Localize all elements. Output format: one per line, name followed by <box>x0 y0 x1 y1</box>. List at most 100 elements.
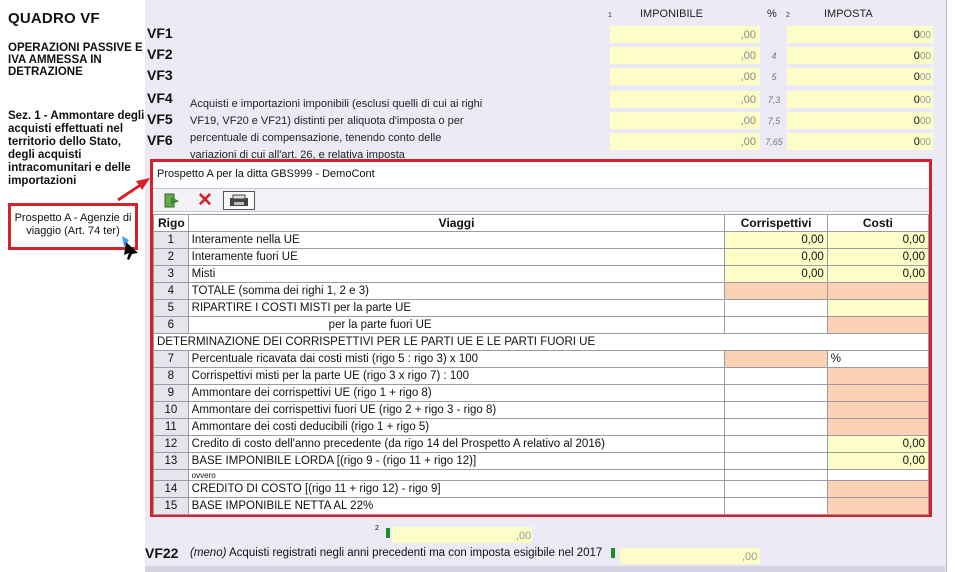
empty-cell <box>724 384 828 402</box>
scrollbar[interactable] <box>946 0 955 572</box>
confirm-icon <box>164 193 179 207</box>
confirm-button[interactable] <box>161 191 183 210</box>
costi-input[interactable]: 0,00 <box>826 248 930 266</box>
row-label: BASE IMPONIBILE LORDA [(rigo 9 - (rigo 1… <box>187 452 726 470</box>
empty-cell <box>724 435 828 453</box>
header-viaggi: Viaggi <box>187 214 726 232</box>
prospetto-a-link[interactable]: Prospetto A - Agenzie di viaggio (Art. 7… <box>8 203 138 250</box>
col-header-pct: % <box>767 8 777 20</box>
row-code: VF5 <box>147 111 173 127</box>
row-number: 6 <box>153 316 189 334</box>
close-icon: ✕ <box>197 190 213 211</box>
row-number: 3 <box>153 265 189 283</box>
costi-input[interactable] <box>826 299 930 317</box>
table-header: Rigo Viaggi Corrispettivi Costi <box>153 214 930 232</box>
imposta-decimals: 00 <box>919 51 931 62</box>
col-header-imposta: IMPOSTA <box>824 8 873 20</box>
costi-input[interactable]: 0,00 <box>826 265 930 283</box>
vf22-description: (meno) Acquisti registrati negli anni pr… <box>190 547 602 559</box>
costi-input[interactable]: 0,00 <box>826 435 930 453</box>
imponibile-input[interactable]: ,00 <box>610 133 760 150</box>
imponibile-input[interactable]: ,00 <box>610 68 760 85</box>
table-row: 5 RIPARTIRE I COSTI MISTI per la parte U… <box>153 299 930 317</box>
costi-calc <box>826 418 930 436</box>
table-row: 8 Corrispettivi misti per la parte UE (r… <box>153 367 930 385</box>
table-row: 10 Ammontare dei corrispettivi fuori UE … <box>153 401 930 419</box>
vf-row: VF1 ,00 000 <box>145 24 945 44</box>
print-button[interactable] <box>223 191 255 210</box>
imposta-decimals: 00 <box>919 95 931 106</box>
costi-input[interactable]: 0,00 <box>826 452 930 470</box>
amount-decimals: ,00 <box>516 530 532 542</box>
costi-calc <box>826 367 930 385</box>
imponibile-input[interactable]: ,00 <box>610 112 760 129</box>
corrispettivi-calc <box>724 350 828 368</box>
vf-row: VF3 ,00 5 000 <box>145 66 945 86</box>
prospetto-table: Rigo Viaggi Corrispettivi Costi 1 Intera… <box>153 214 930 515</box>
vf22-text: Acquisti registrati negli anni precedent… <box>229 547 603 559</box>
costi-calc <box>826 497 930 515</box>
corrispettivi-input[interactable]: 0,00 <box>724 231 828 249</box>
imponibile-input[interactable]: ,00 <box>610 47 760 64</box>
aliquota <box>763 26 785 43</box>
aliquota: 7,5 <box>767 116 781 126</box>
row-label: CREDITO DI COSTO [(rigo 11 + rigo 12) - … <box>187 480 726 498</box>
imposta-input[interactable]: 000 <box>787 26 933 43</box>
costi-calc <box>826 384 930 402</box>
corrispettivi-input[interactable]: 0,00 <box>724 248 828 266</box>
costi-calc <box>826 480 930 498</box>
row-code: VF3 <box>147 67 173 83</box>
imponibile-input[interactable]: ,00 <box>610 26 760 43</box>
row-number: 8 <box>153 367 189 385</box>
table-row: 9 Ammontare dei corrispettivi UE (rigo 1… <box>153 384 930 402</box>
row-number: 1 <box>153 231 189 249</box>
section-label: DETERMINAZIONE DEI CORRISPETTIVI PER LE … <box>153 333 929 351</box>
vf22-row: VF22 (meno) Acquisti registrati negli an… <box>145 545 945 564</box>
table-row: 13 BASE IMPONIBILE LORDA [(rigo 9 - (rig… <box>153 452 930 470</box>
row-number: 7 <box>153 350 189 368</box>
row-number: 2 <box>153 248 189 266</box>
vf22-decimals: ,00 <box>742 551 758 563</box>
print-icon <box>230 194 248 206</box>
imposta-input[interactable]: 000 <box>787 68 933 85</box>
costi-calc <box>826 316 930 334</box>
imposta-decimals: 00 <box>919 72 931 83</box>
costi-input[interactable]: 0,00 <box>826 231 930 249</box>
table-row: 12 Credito di costo dell'anno precedente… <box>153 435 930 453</box>
empty-cell <box>826 469 930 481</box>
row-label: BASE IMPONIBILE NETTA AL 22% <box>187 497 726 515</box>
close-button[interactable]: ✕ <box>194 191 216 210</box>
corrispettivi-calc <box>724 282 828 300</box>
row-label: Ammontare dei costi deducibili (rigo 1 +… <box>187 418 726 436</box>
vf22-input[interactable] <box>620 548 760 564</box>
costi-calc <box>826 401 930 419</box>
imposta-decimals: 00 <box>919 116 931 127</box>
col-header-imponibile: IMPONIBILE <box>640 8 703 20</box>
empty-cell <box>724 316 828 334</box>
row-label: Ammontare dei corrispettivi fuori UE (ri… <box>187 401 726 419</box>
row-label: Ammontare dei corrispettivi UE (rigo 1 +… <box>187 384 726 402</box>
header-corrispettivi: Corrispettivi <box>724 214 828 232</box>
row-label: per la parte fuori UE <box>187 316 726 334</box>
imposta-input[interactable]: 000 <box>787 133 933 150</box>
ovvero-label: ovvero <box>187 469 726 481</box>
field-number: 2 <box>375 525 379 532</box>
empty-cell <box>724 480 828 498</box>
imposta-decimals: 00 <box>919 30 931 41</box>
imponibile-input[interactable]: ,00 <box>610 91 760 108</box>
empty-cell <box>724 401 828 419</box>
table-row: 7 Percentuale ricavata dai costi misti (… <box>153 350 930 368</box>
row-code: VF2 <box>147 46 173 62</box>
amount-input[interactable] <box>392 527 532 543</box>
dialog-title: Prospetto A per la ditta GBS999 - DemoCo… <box>157 168 375 180</box>
row-label: RIPARTIRE I COSTI MISTI per la parte UE <box>187 299 726 317</box>
imposta-input[interactable]: 000 <box>787 112 933 129</box>
empty-cell <box>724 418 828 436</box>
row-label: TOTALE (somma dei righi 1, 2 e 3) <box>187 282 726 300</box>
corrispettivi-input[interactable]: 0,00 <box>724 265 828 283</box>
section-row: DETERMINAZIONE DEI CORRISPETTIVI PER LE … <box>153 333 929 351</box>
table-row: 11 Ammontare dei costi deducibili (rigo … <box>153 418 930 436</box>
empty-cell <box>724 469 828 481</box>
imposta-input[interactable]: 000 <box>787 47 933 64</box>
imposta-input[interactable]: 000 <box>787 91 933 108</box>
